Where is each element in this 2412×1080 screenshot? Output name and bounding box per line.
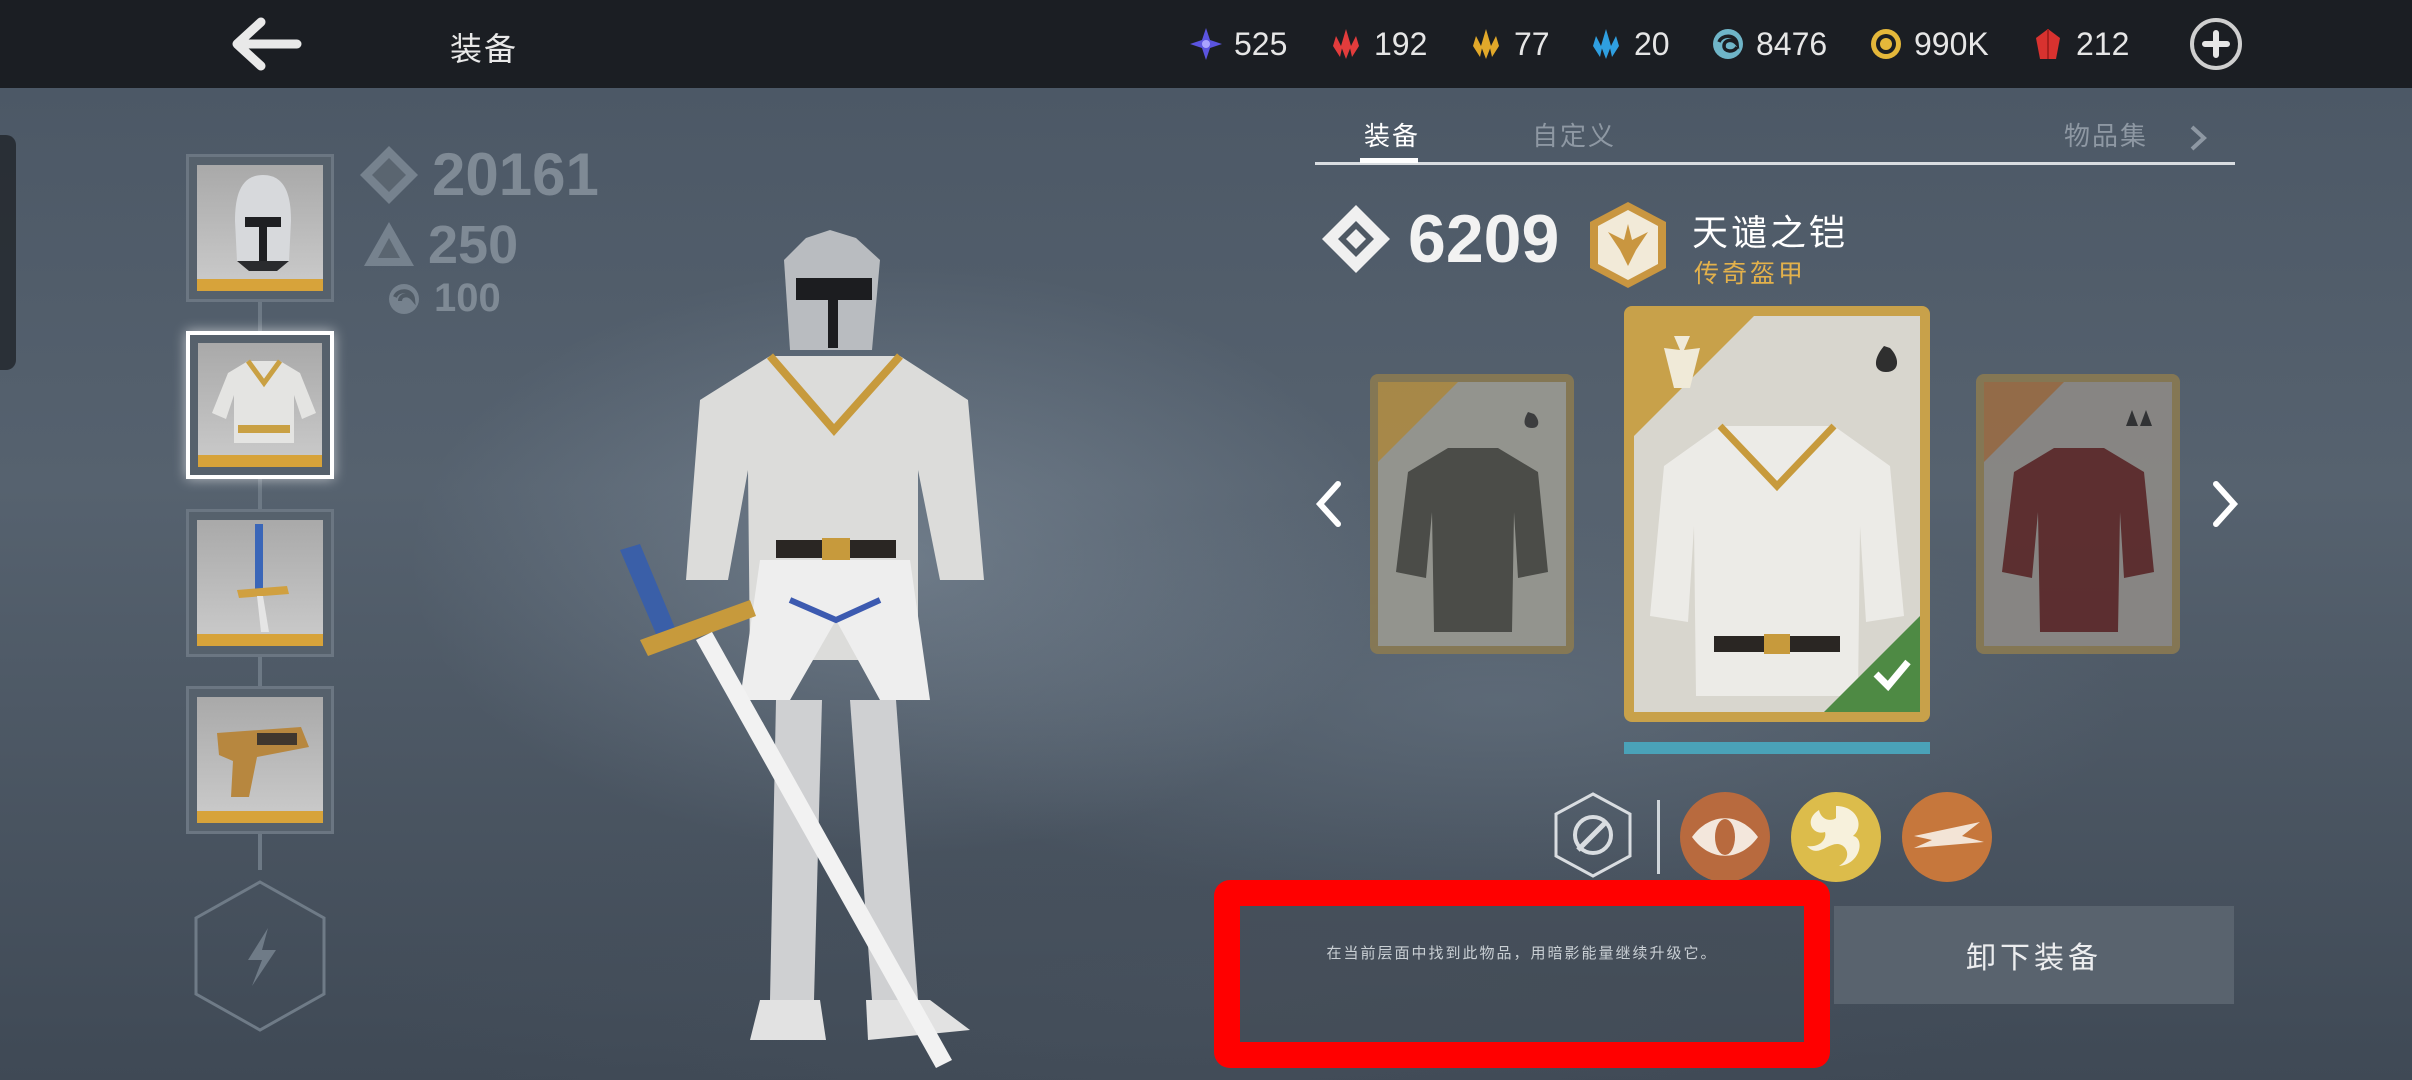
slot-rarity-bar xyxy=(197,811,323,823)
gold-coin-icon xyxy=(1871,29,1901,59)
currency-gold-crystal[interactable]: 77 xyxy=(1468,22,1550,66)
unequip-button[interactable]: 卸下装备 xyxy=(1834,906,2234,1004)
sword-icon xyxy=(237,524,289,632)
red-crystal-icon xyxy=(1333,29,1359,59)
tab-equipment[interactable]: 装备 xyxy=(1364,116,1420,153)
back-button[interactable] xyxy=(225,14,305,74)
slot-rarity-bar xyxy=(198,455,322,467)
power-diamond-icon xyxy=(360,145,418,204)
item-name: 天谴之铠 xyxy=(1692,213,1849,254)
page-title: 装备 xyxy=(450,30,519,68)
tab-customize[interactable]: 自定义 xyxy=(1532,116,1616,153)
power-diamond-icon xyxy=(1322,205,1390,273)
add-currency-button[interactable] xyxy=(2190,18,2242,70)
item-rarity: 传奇盔甲 xyxy=(1694,259,1807,288)
tab-item-sets-label: 物品集 xyxy=(2064,122,2149,152)
item-description: 在当前层面中找到此物品，用暗影能量继续升级它。 xyxy=(1326,944,1718,962)
item-card-selected[interactable] xyxy=(1624,306,1930,722)
gun-icon xyxy=(217,727,309,797)
level-triangle-icon xyxy=(364,222,414,266)
tabs-divider xyxy=(1315,162,2235,165)
tab-active-indicator xyxy=(1360,158,1418,163)
slot-rarity-bar xyxy=(197,634,323,646)
description-highlight-box xyxy=(1214,880,1830,1068)
slot-helmet[interactable] xyxy=(186,154,334,302)
gold-crystal-icon xyxy=(1473,29,1499,59)
slot-ranged[interactable] xyxy=(186,686,334,834)
currency-blue-crystal[interactable]: 20 xyxy=(1588,22,1670,66)
currency-purple-star[interactable]: 525 xyxy=(1188,22,1287,66)
back-arrow-icon xyxy=(232,17,302,71)
red-armor-icon xyxy=(1984,382,2154,632)
perk-vortex[interactable] xyxy=(1791,792,1881,882)
shadow-swirl-icon xyxy=(389,283,419,314)
vortex-icon xyxy=(1807,806,1860,866)
currency-red-crystal[interactable]: 192 xyxy=(1328,22,1427,66)
helmet-icon xyxy=(235,175,291,271)
chevron-left-icon[interactable] xyxy=(1306,474,1350,534)
red-gem-icon xyxy=(2036,29,2060,59)
top-bar: 装备 525 192 77 20 8476 990K 212 xyxy=(0,0,2412,88)
slash-icon xyxy=(1914,822,1984,848)
stat-shadow: 100 xyxy=(386,276,501,321)
plus-icon xyxy=(2202,30,2230,58)
phoenix-crest-icon xyxy=(1590,202,1666,288)
slot-weapon[interactable] xyxy=(186,509,334,657)
tab-item-sets[interactable]: 物品集 xyxy=(2064,116,2208,153)
currency-shadow-energy[interactable]: 8476 xyxy=(1710,22,1827,66)
hex-tool-icon xyxy=(1554,792,1632,878)
currency-red-gem[interactable]: 212 xyxy=(2030,22,2129,66)
chevron-right-icon[interactable] xyxy=(2204,474,2248,534)
chevron-right-icon xyxy=(2190,125,2208,150)
white-armor-icon xyxy=(1634,316,1920,712)
shadow-swirl-icon xyxy=(1713,29,1743,59)
character-model[interactable] xyxy=(600,220,1020,1080)
side-drawer-handle[interactable] xyxy=(0,135,16,370)
item-power: 6209 xyxy=(1318,200,1559,278)
purple-star-icon xyxy=(1190,28,1222,60)
currency-gold-coin[interactable]: 990K xyxy=(1868,22,1989,66)
item-card-next[interactable] xyxy=(1976,374,2180,654)
selected-card-indicator xyxy=(1624,742,1930,754)
slot-armor[interactable] xyxy=(186,331,334,479)
perk-slot-locked[interactable] xyxy=(1548,790,1638,880)
item-card-prev[interactable] xyxy=(1370,374,1574,654)
perk-divider xyxy=(1657,800,1660,874)
item-set-crest xyxy=(1586,200,1670,290)
perk-eye[interactable] xyxy=(1680,792,1770,882)
lightning-icon xyxy=(194,880,326,1032)
blue-crystal-icon xyxy=(1593,29,1619,59)
eye-icon xyxy=(1692,818,1758,856)
stat-level: 250 xyxy=(362,214,518,276)
slot-rarity-bar xyxy=(197,279,323,291)
perk-slash[interactable] xyxy=(1902,792,1992,882)
dark-armor-icon xyxy=(1378,382,1548,632)
chest-armor-icon xyxy=(212,359,316,443)
stat-total-power: 20161 xyxy=(358,140,599,209)
power-slot-button[interactable] xyxy=(192,878,328,1034)
